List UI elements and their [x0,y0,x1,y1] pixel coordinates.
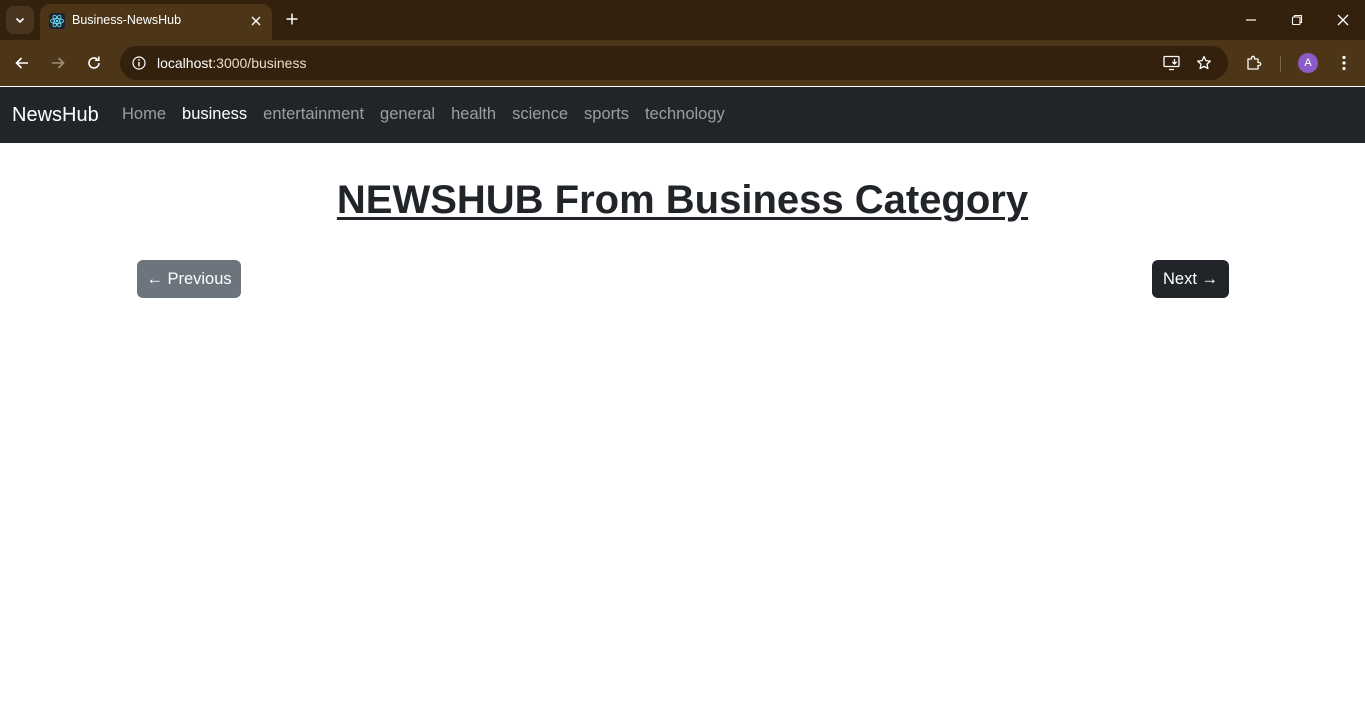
toolbar-divider [1280,56,1281,72]
chevron-down-icon [15,17,25,24]
info-icon [132,56,146,70]
nav-link-technology[interactable]: technology [637,105,733,124]
back-button[interactable] [8,49,36,77]
nav-link-entertainment[interactable]: entertainment [255,105,372,124]
restore-button[interactable] [1283,6,1311,34]
page-heading: NEWSHUB From Business Category [0,178,1365,223]
url-host: localhost [157,55,213,71]
star-icon [1197,55,1211,70]
navbar-brand[interactable]: NewsHub [12,104,99,127]
close-icon [251,16,261,26]
close-icon [1337,14,1349,26]
next-button[interactable]: Next → [1152,260,1229,298]
app-navbar: NewsHub Home business entertainment gene… [0,87,1365,143]
nav-link-home[interactable]: Home [114,105,174,124]
nav-link-science[interactable]: science [504,105,576,124]
tab-close-button[interactable] [247,12,265,30]
arrow-left-icon [15,57,28,69]
restore-icon [1291,14,1303,26]
react-atom-icon [49,13,65,29]
previous-button[interactable]: ← Previous [137,260,241,298]
nav-link-business[interactable]: business [174,105,255,124]
browser-menu-button[interactable] [1330,49,1358,77]
url-path: :3000/business [212,55,307,71]
extensions-button[interactable] [1240,49,1268,77]
url-text[interactable]: localhost:3000/business [157,55,306,71]
profile-avatar[interactable]: A [1298,53,1318,73]
reload-icon [88,56,100,69]
nav-links: Home business entertainment general heal… [114,105,733,124]
forward-button[interactable] [44,49,72,77]
browser-toolbar: localhost:3000/business [0,40,1365,86]
new-tab-button[interactable] [281,8,303,30]
nav-link-general[interactable]: general [372,105,443,124]
more-vertical-icon [1342,55,1346,71]
tab-search-button[interactable] [6,6,34,34]
browser-tab-active[interactable]: Business-NewsHub [40,4,272,40]
arrow-right-icon [52,57,65,69]
install-app-icon [1163,55,1180,71]
plus-icon [286,13,298,25]
minimize-button[interactable] [1237,6,1265,34]
site-info-button[interactable] [127,51,151,75]
minimize-icon [1246,19,1256,21]
browser-tab-strip: Business-NewsHub [0,0,1365,40]
nav-link-sports[interactable]: sports [576,105,637,124]
puzzle-icon [1247,55,1262,70]
address-bar[interactable]: localhost:3000/business [120,46,1228,80]
page-title: NEWSHUB From Business Category [336,178,1029,222]
install-app-button[interactable] [1160,51,1184,75]
bookmark-button[interactable] [1192,51,1216,75]
reload-button[interactable] [80,49,108,77]
close-window-button[interactable] [1329,6,1357,34]
nav-link-health[interactable]: health [443,105,504,124]
tab-title: Business-NewsHub [72,13,182,27]
